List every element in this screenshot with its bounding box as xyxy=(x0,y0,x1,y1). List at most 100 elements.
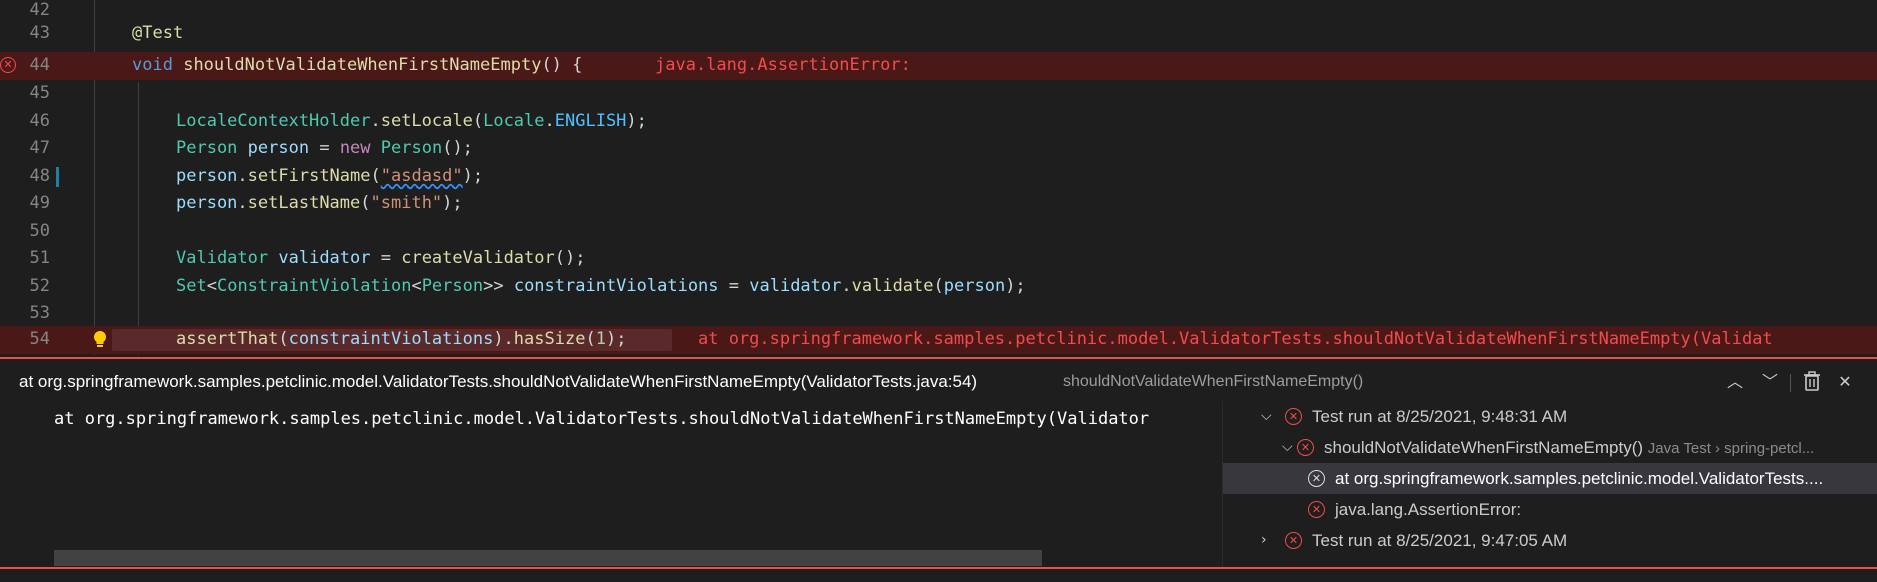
code-text: @Test xyxy=(132,20,183,48)
type-token: ConstraintViolation xyxy=(216,275,412,296)
line-number: 50 xyxy=(29,220,50,241)
variable-token: validator xyxy=(749,275,842,296)
keyword-token: new xyxy=(339,138,371,158)
variable-token: person xyxy=(176,193,238,213)
code-line[interactable]: 48 person.setFirstName("asdasd"); xyxy=(0,163,1877,191)
peek-title: at org.springframework.samples.petclinic… xyxy=(19,372,978,391)
code-line[interactable]: 50 xyxy=(0,218,1877,246)
line-number: 53 xyxy=(29,303,50,323)
inline-error-message: at org.springframework.samples.petclinic… xyxy=(698,329,1773,349)
type-token: Locale xyxy=(483,110,545,131)
variable-token: constraintViolations xyxy=(288,329,494,349)
variable-token: person xyxy=(176,165,238,186)
modified-line-indicator[interactable] xyxy=(56,166,59,187)
error-icon: ✕ xyxy=(1297,439,1314,456)
variable-token: person xyxy=(247,138,310,158)
chevron-right-icon[interactable]: › xyxy=(1261,525,1267,556)
type-token: Validator xyxy=(176,248,269,268)
peek-header: at org.springframework.samples.petclinic… xyxy=(0,363,1877,401)
chevron-up-icon[interactable]: ︿ xyxy=(1725,372,1745,392)
code-editor[interactable]: 42 43 @Test ✕ 44 void shouldNotValidateW… xyxy=(0,0,1877,355)
line-number: 51 xyxy=(29,248,50,268)
code-line[interactable]: 49 person.setLastName("smith"); xyxy=(0,190,1877,218)
type-token: LocaleContextHolder xyxy=(176,110,371,131)
method-token: setLastName xyxy=(247,193,361,213)
chevron-down-icon[interactable]: ⌵ xyxy=(1282,432,1293,463)
code-text: assertThat(constraintViolations).hasSize… xyxy=(176,329,627,349)
error-icon: ✕ xyxy=(1308,501,1325,518)
method-token: hasSize xyxy=(513,329,586,349)
punctuation-token: () { xyxy=(541,55,583,75)
code-text: Validator validator = createValidator(); xyxy=(176,248,586,268)
horizontal-scrollbar[interactable] xyxy=(54,550,1042,566)
string-token: "asdasd" xyxy=(380,165,463,186)
tree-item-label: Test run at 8/25/2021, 9:48:31 AM xyxy=(1312,407,1568,426)
code-text: LocaleContextHolder.setLocale(Locale.ENG… xyxy=(176,110,647,131)
line-number: 45 xyxy=(29,83,50,103)
code-line[interactable]: 46 LocaleContextHolder.setLocale(Locale.… xyxy=(0,108,1877,136)
chevron-down-icon[interactable]: ⌵ xyxy=(1261,401,1272,432)
line-number: 46 xyxy=(29,110,50,131)
code-text: Person person = new Person(); xyxy=(176,138,473,158)
method-token: setFirstName xyxy=(247,165,371,186)
annotation-token: @Test xyxy=(132,23,184,43)
type-token: Set xyxy=(176,275,207,296)
inline-error-message: java.lang.AssertionError: xyxy=(655,55,911,75)
test-peek-panel: at org.springframework.samples.petclinic… xyxy=(0,363,1877,568)
method-token: shouldNotValidateWhenFirstNameEmpty xyxy=(183,55,542,75)
line-number: 52 xyxy=(29,275,50,296)
code-line-error[interactable]: 54 assertThat(constraintViolations).hasS… xyxy=(0,326,1877,354)
peek-border-top xyxy=(0,357,1877,359)
keyword-token: void xyxy=(132,55,173,75)
error-icon: ✕ xyxy=(1285,532,1302,549)
peek-message-area[interactable]: at org.springframework.samples.petclinic… xyxy=(0,401,1222,568)
method-token: validate xyxy=(851,275,934,296)
peek-border-bottom xyxy=(0,567,1877,569)
tree-item-error-message[interactable]: ✕ java.lang.AssertionError: xyxy=(1223,494,1877,525)
tree-item-label: java.lang.AssertionError: xyxy=(1335,500,1522,519)
constant-token: ENGLISH xyxy=(554,110,627,131)
code-line-error[interactable]: ✕ 44 void shouldNotValidateWhenFirstName… xyxy=(0,52,1877,80)
test-results-tree[interactable]: ⌵ ✕ Test run at 8/25/2021, 9:48:31 AM ⌵ … xyxy=(1222,401,1877,568)
line-number: 48 xyxy=(29,165,50,186)
close-icon[interactable]: ✕ xyxy=(1835,372,1855,392)
line-number: 49 xyxy=(29,193,50,213)
code-line[interactable]: 53 xyxy=(0,300,1877,328)
line-number: 47 xyxy=(29,138,50,158)
variable-token: constraintViolations xyxy=(513,275,719,296)
error-icon: ✕ xyxy=(1308,470,1325,487)
line-number: 54 xyxy=(29,329,50,349)
type-token: Person xyxy=(176,138,238,158)
stack-trace-text: at org.springframework.samples.petclinic… xyxy=(54,409,1150,429)
tree-item-label: Test run at 8/25/2021, 9:47:05 AM xyxy=(1312,531,1568,550)
code-text: void shouldNotValidateWhenFirstNameEmpty… xyxy=(132,52,582,80)
string-token: "smith" xyxy=(370,193,443,213)
type-token: Person xyxy=(421,275,484,296)
code-line[interactable]: 52 Set<ConstraintViolation<Person>> cons… xyxy=(0,273,1877,301)
code-line[interactable]: 47 Person person = new Person(); xyxy=(0,135,1877,163)
trash-icon[interactable] xyxy=(1802,371,1822,391)
tree-item-test-case[interactable]: ⌵ ✕ shouldNotValidateWhenFirstNameEmpty(… xyxy=(1223,432,1877,463)
number-token: 1 xyxy=(595,329,606,349)
tree-item-test-run[interactable]: ⌵ ✕ Test run at 8/25/2021, 9:48:31 AM xyxy=(1223,401,1877,432)
code-line[interactable]: 45 xyxy=(0,80,1877,108)
tree-item-test-run[interactable]: › ✕ Test run at 8/25/2021, 9:47:05 AM xyxy=(1223,525,1877,556)
variable-token: person xyxy=(943,275,1006,296)
type-token: Person xyxy=(380,138,443,158)
tree-item-description: Java Test › spring-petcl... xyxy=(1647,440,1815,457)
line-number: 43 xyxy=(29,23,50,43)
code-text: person.setLastName("smith"); xyxy=(176,193,463,213)
code-text: Set<ConstraintViolation<Person>> constra… xyxy=(176,275,1026,296)
chevron-down-icon[interactable]: ﹀ xyxy=(1760,372,1780,392)
line-number: 44 xyxy=(29,55,50,75)
variable-token: validator xyxy=(278,248,371,268)
code-line[interactable]: 51 Validator validator = createValidator… xyxy=(0,245,1877,273)
lightbulb-icon[interactable] xyxy=(92,330,108,349)
method-token: assertThat xyxy=(176,329,279,349)
header-divider xyxy=(1790,374,1791,392)
method-token: createValidator xyxy=(401,248,555,268)
tree-item-label: shouldNotValidateWhenFirstNameEmpty() xyxy=(1324,438,1644,457)
tree-item-stack-frame[interactable]: ✕ at org.springframework.samples.petclin… xyxy=(1223,463,1877,494)
code-line[interactable]: 43 @Test xyxy=(0,20,1877,48)
error-icon: ✕ xyxy=(1285,408,1302,425)
